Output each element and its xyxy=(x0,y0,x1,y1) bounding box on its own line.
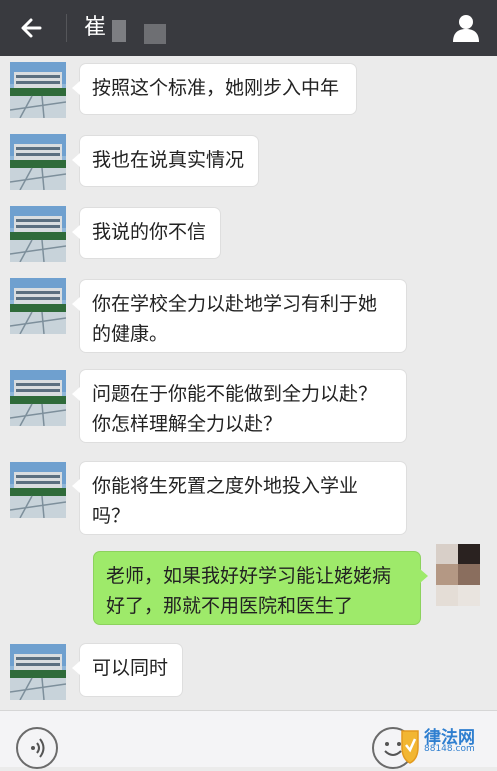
header-divider xyxy=(66,14,67,42)
building-photo-icon xyxy=(10,462,66,518)
message-text: 可以同时 xyxy=(92,657,169,679)
sender-avatar[interactable] xyxy=(10,278,66,334)
sender-avatar[interactable] xyxy=(10,134,66,190)
voice-icon xyxy=(31,738,45,758)
sender-avatar[interactable] xyxy=(10,62,66,118)
profile-button[interactable] xyxy=(448,10,484,46)
building-photo-icon xyxy=(10,644,66,700)
arrow-left-icon xyxy=(21,18,42,38)
message-text: 我也在说真实情况 xyxy=(92,149,245,171)
sender-avatar[interactable] xyxy=(10,206,66,262)
message-bubble[interactable]: 问题在于你能不能做到全力以赴？你怎样理解全力以赴？ xyxy=(72,370,406,442)
person-icon xyxy=(453,15,479,42)
back-button[interactable] xyxy=(14,10,50,46)
chat-area[interactable]: 按照这个标准，她刚步入中年 我也在说真实情况 我说的你不信 你在学校全力以赴地学… xyxy=(0,56,497,710)
voice-button[interactable] xyxy=(16,727,58,769)
building-photo-icon xyxy=(10,206,66,262)
building-photo-icon xyxy=(10,134,66,190)
message-bubble[interactable]: 我也在说真实情况 xyxy=(72,136,258,186)
sender-avatar[interactable] xyxy=(10,370,66,426)
message-bubble[interactable]: 按照这个标准，她刚步入中年 xyxy=(72,64,356,114)
watermark-url: 88148.com xyxy=(424,744,475,754)
sender-avatar[interactable] xyxy=(10,644,66,700)
message-bubble-outgoing[interactable]: 老师，如果我好好学习能让姥姥病好了，那就不用医院和医生了 xyxy=(94,552,428,624)
building-photo-icon xyxy=(10,62,66,118)
sender-avatar[interactable] xyxy=(10,462,66,518)
message-bubble[interactable]: 你能将生死置之度外地投入学业吗？ xyxy=(72,462,406,534)
message-text: 我说的你不信 xyxy=(92,221,207,243)
message-text: 你能将生死置之度外地投入学业吗？ xyxy=(92,475,359,527)
message-text: 你在学校全力以赴地学习有利于她的健康。 xyxy=(92,293,378,345)
name-redaction xyxy=(144,24,166,44)
input-bar: 律法网 88148.com xyxy=(0,710,497,769)
message-text: 按照这个标准，她刚步入中年 xyxy=(92,77,340,99)
message-bubble[interactable]: 你在学校全力以赴地学习有利于她的健康。 xyxy=(72,280,406,352)
chat-title: 崔 xyxy=(84,15,107,40)
building-photo-icon xyxy=(10,278,66,334)
message-bubble[interactable]: 可以同时 xyxy=(72,644,182,696)
mosaic-avatar-icon xyxy=(436,544,480,606)
message-text: 问题在于你能不能做到全力以赴？你怎样理解全力以赴？ xyxy=(92,383,378,435)
name-redaction xyxy=(112,20,126,42)
own-avatar[interactable] xyxy=(436,544,480,606)
top-bar: 崔 xyxy=(0,0,497,56)
building-photo-icon xyxy=(10,370,66,426)
message-text: 老师，如果我好好学习能让姥姥病好了，那就不用医院和医生了 xyxy=(106,565,392,617)
message-bubble[interactable]: 我说的你不信 xyxy=(72,208,220,258)
